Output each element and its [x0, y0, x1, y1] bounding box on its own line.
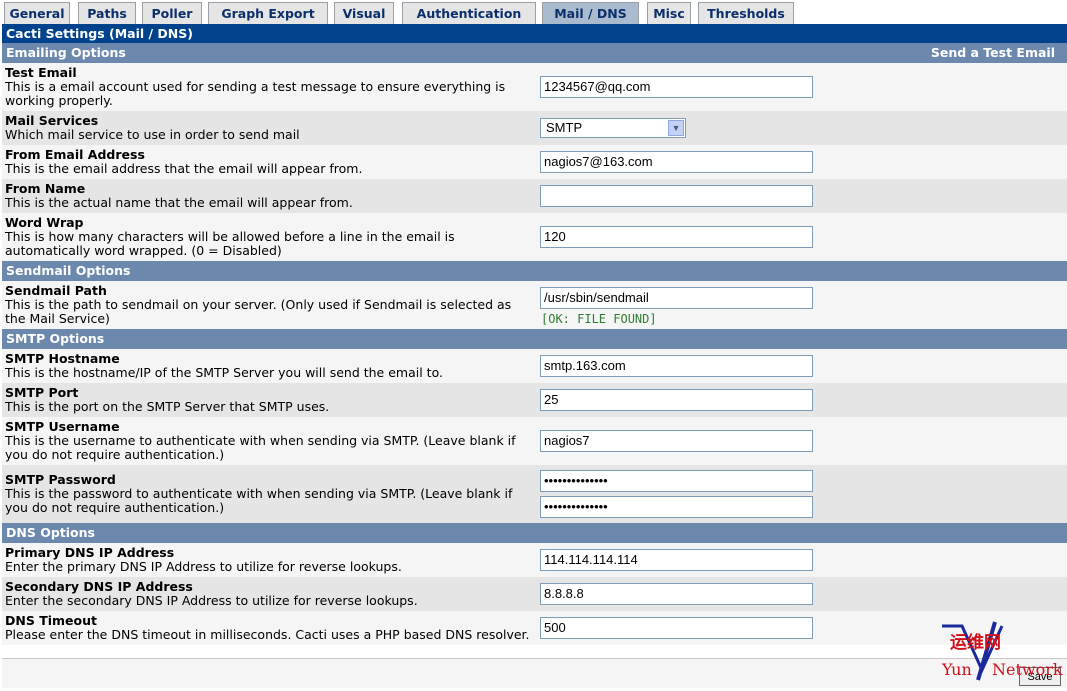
- setting-smtp-hostname: SMTP Hostname This is the hostname/IP of…: [2, 349, 1067, 383]
- setting-from-name: From Name This is the actual name that t…: [2, 179, 1067, 213]
- watermark-cn-text: 运维网: [950, 633, 1001, 653]
- setting-label: Secondary DNS IP Address: [5, 579, 193, 594]
- watermark-logo: 运维网 Yun Network: [940, 618, 1067, 688]
- tab-thresholds[interactable]: Thresholds: [698, 2, 794, 24]
- setting-label: Sendmail Path: [5, 283, 107, 298]
- setting-description: This is the password to authenticate wit…: [5, 486, 513, 515]
- test-email-input[interactable]: 1234567@qq.com: [540, 76, 813, 98]
- tab-authentication[interactable]: Authentication: [402, 2, 536, 24]
- tab-graph-export[interactable]: Graph Export: [208, 2, 328, 24]
- section-title: Emailing Options: [6, 45, 126, 60]
- watermark-yun-text: Yun: [942, 660, 972, 679]
- primary-dns-input[interactable]: 114.114.114.114: [540, 549, 813, 571]
- setting-description: This is how many characters will be allo…: [5, 229, 455, 258]
- setting-label: Mail Services: [5, 113, 99, 128]
- smtp-password-confirm-input[interactable]: ••••••••••••••: [540, 496, 813, 518]
- smtp-port-input[interactable]: 25: [540, 389, 813, 411]
- setting-label: DNS Timeout: [5, 613, 97, 628]
- section-title: Sendmail Options: [6, 263, 131, 278]
- setting-from-email: From Email Address This is the email add…: [2, 145, 1067, 179]
- tab-misc[interactable]: Misc: [647, 2, 691, 24]
- setting-secondary-dns: Secondary DNS IP Address Enter the secon…: [2, 577, 1067, 611]
- word-wrap-input[interactable]: 120: [540, 226, 813, 248]
- smtp-username-input[interactable]: nagios7: [540, 430, 813, 452]
- setting-smtp-password: SMTP Password This is the password to au…: [2, 465, 1067, 523]
- setting-primary-dns: Primary DNS IP Address Enter the primary…: [2, 543, 1067, 577]
- smtp-password-input[interactable]: ••••••••••••••: [540, 470, 813, 492]
- mail-services-select[interactable]: SMTP ▼: [540, 118, 686, 138]
- setting-description: This is the actual name that the email w…: [5, 195, 353, 210]
- page-title: Cacti Settings (Mail / DNS): [2, 24, 1067, 43]
- setting-label: Word Wrap: [5, 215, 84, 230]
- settings-tabs: General Paths Poller Graph Export Visual…: [0, 0, 1067, 24]
- sendmail-path-input[interactable]: /usr/sbin/sendmail: [540, 287, 813, 309]
- setting-smtp-username: SMTP Username This is the username to au…: [2, 417, 1067, 465]
- setting-label: Test Email: [5, 65, 77, 80]
- dns-timeout-input[interactable]: 500: [540, 617, 813, 639]
- setting-label: SMTP Hostname: [5, 351, 120, 366]
- setting-label: SMTP Password: [5, 472, 116, 487]
- file-found-status: [OK: FILE FOUND]: [541, 312, 657, 326]
- section-sendmail-options: Sendmail Options: [2, 261, 1067, 281]
- tab-mail-dns[interactable]: Mail / DNS: [542, 2, 639, 24]
- setting-description: Enter the secondary DNS IP Address to ut…: [5, 593, 418, 608]
- setting-description: This is the email address that the email…: [5, 161, 363, 176]
- setting-description: Enter the primary DNS IP Address to util…: [5, 559, 402, 574]
- setting-smtp-port: SMTP Port This is the port on the SMTP S…: [2, 383, 1067, 417]
- setting-label: Primary DNS IP Address: [5, 545, 175, 560]
- setting-description: This is the hostname/IP of the SMTP Serv…: [5, 365, 443, 380]
- tab-general[interactable]: General: [4, 2, 70, 24]
- setting-description: Please enter the DNS timeout in millisec…: [5, 627, 530, 642]
- setting-test-email: Test Email This is a email account used …: [2, 63, 1067, 111]
- select-value: SMTP: [546, 120, 583, 135]
- setting-label: From Name: [5, 181, 86, 196]
- setting-description: This is the port on the SMTP Server that…: [5, 399, 330, 414]
- setting-description: This is the path to sendmail on your ser…: [5, 297, 512, 326]
- tab-visual[interactable]: Visual: [334, 2, 394, 24]
- send-test-email-link[interactable]: Send a Test Email: [931, 43, 1055, 63]
- section-emailing-options: Emailing Options Send a Test Email: [2, 43, 1067, 63]
- from-email-input[interactable]: nagios7@163.com: [540, 151, 813, 173]
- setting-description: This is the username to authenticate wit…: [5, 433, 516, 462]
- smtp-hostname-input[interactable]: smtp.163.com: [540, 355, 813, 377]
- section-title: DNS Options: [6, 525, 95, 540]
- setting-word-wrap: Word Wrap This is how many characters wi…: [2, 213, 1067, 261]
- setting-label: SMTP Port: [5, 385, 79, 400]
- setting-sendmail-path: Sendmail Path This is the path to sendma…: [2, 281, 1067, 329]
- section-dns-options: DNS Options: [2, 523, 1067, 543]
- watermark-network-text: Network: [992, 660, 1063, 679]
- setting-dns-timeout: DNS Timeout Please enter the DNS timeout…: [2, 611, 1067, 645]
- chevron-down-icon[interactable]: ▼: [668, 120, 684, 136]
- setting-description: This is a email account used for sending…: [5, 79, 506, 108]
- setting-label: SMTP Username: [5, 419, 120, 434]
- from-name-input[interactable]: [540, 185, 813, 207]
- form-footer: [2, 658, 1067, 688]
- tab-paths[interactable]: Paths: [78, 2, 136, 24]
- section-smtp-options: SMTP Options: [2, 329, 1067, 349]
- setting-description: Which mail service to use in order to se…: [5, 127, 300, 142]
- setting-label: From Email Address: [5, 147, 145, 162]
- secondary-dns-input[interactable]: 8.8.8.8: [540, 583, 813, 605]
- section-title: SMTP Options: [6, 331, 105, 346]
- tab-poller[interactable]: Poller: [142, 2, 202, 24]
- setting-mail-services: Mail Services Which mail service to use …: [2, 111, 1067, 145]
